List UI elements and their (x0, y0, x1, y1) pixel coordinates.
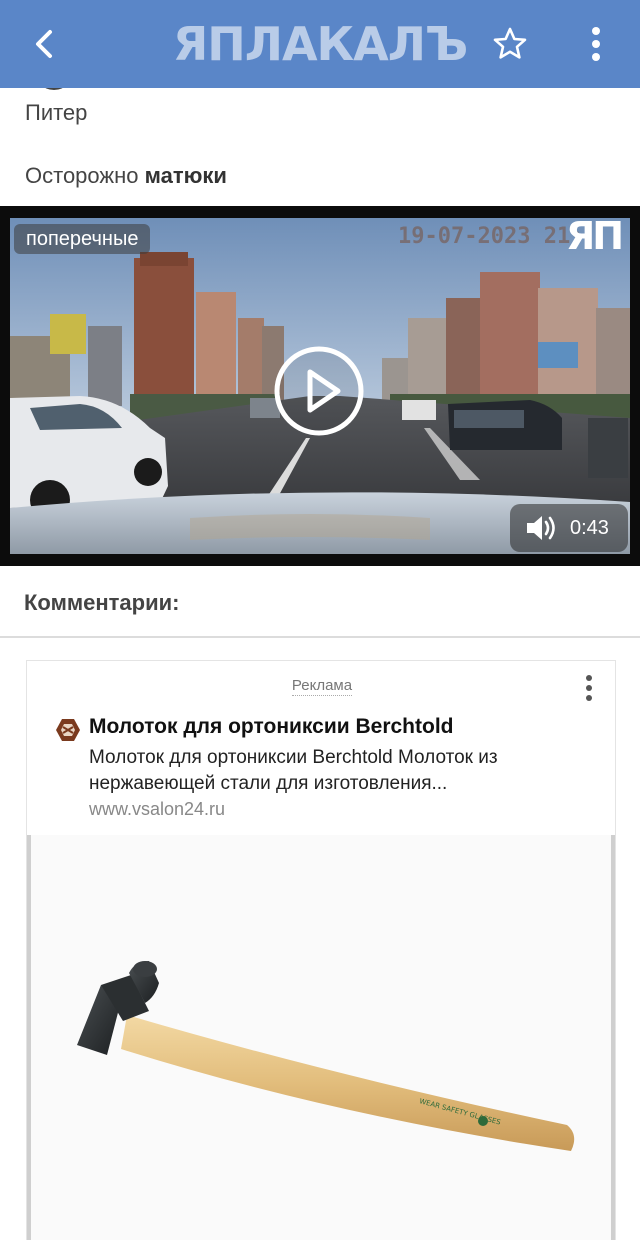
ad-image[interactable]: WEAR SAFETY GLASSES (27, 835, 615, 1240)
kebab-menu-icon (592, 27, 600, 61)
video-duration: 0:43 (570, 516, 609, 539)
kebab-menu-icon (586, 675, 592, 701)
play-button[interactable] (272, 344, 366, 438)
ad-url[interactable]: www.vsalon24.ru (89, 799, 225, 820)
hammer-image: WEAR SAFETY GLASSES (77, 961, 575, 1151)
ad-options-button[interactable] (577, 673, 601, 703)
favorite-button[interactable] (488, 22, 532, 66)
mute-button[interactable] (524, 513, 558, 543)
star-outline-icon (493, 27, 527, 59)
volume-icon (527, 516, 555, 540)
ad-card[interactable]: Реклама Молоток для ортониксии Berchtold… (26, 660, 616, 1240)
ad-description[interactable]: Молоток для ортониксии Berchtold Молоток… (89, 745, 559, 797)
divider (0, 636, 640, 638)
play-icon (274, 346, 364, 436)
video-tag: поперечные (14, 224, 151, 254)
chevron-left-icon (36, 30, 52, 58)
post-location: Питер (25, 100, 88, 125)
post-text-bold: матюки (144, 163, 227, 188)
post-text: Осторожно матюки (25, 163, 227, 189)
video-watermark: ЯП (566, 214, 624, 258)
overflow-menu-button[interactable] (574, 22, 618, 66)
advertiser-logo-icon (55, 717, 81, 743)
site-logo[interactable]: ЯПЛАКАЛЪ (170, 14, 470, 74)
ad-label: Реклама (27, 677, 617, 696)
ad-label-text: Реклама (291, 677, 353, 696)
video-timestamp: 19-07-2023 21: (398, 224, 584, 249)
back-button[interactable] (22, 22, 66, 66)
post-text-prefix: Осторожно (25, 163, 145, 188)
comments-heading: Комментарии: (24, 590, 180, 615)
top-app-bar: ЯПЛАКАЛЪ (0, 0, 640, 88)
video-controls: 0:43 (510, 504, 628, 552)
site-logo-text: ЯПЛАКАЛЪ (172, 17, 468, 71)
ad-title[interactable]: Молоток для ортониксии Berchtold (89, 715, 454, 739)
